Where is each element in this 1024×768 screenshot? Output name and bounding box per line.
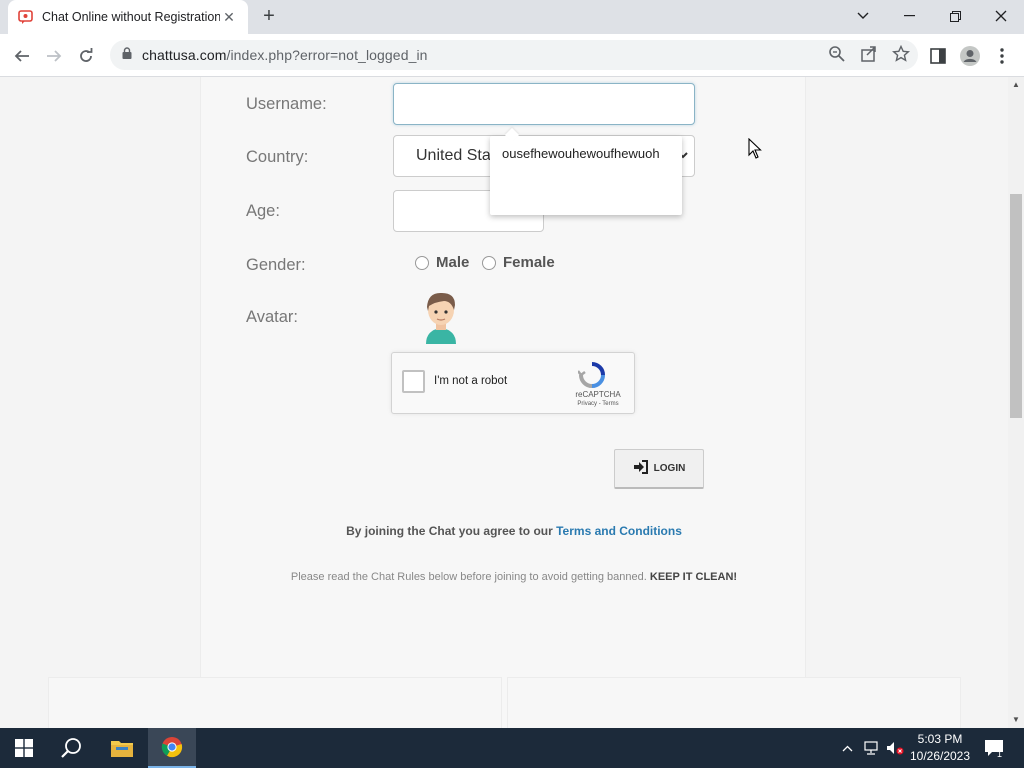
keep-clean-text: KEEP IT CLEAN! [649, 571, 738, 583]
clock-date: 10/26/2023 [909, 749, 971, 763]
profile-avatar-icon[interactable] [956, 42, 984, 70]
recaptcha-brand: reCAPTCHA [575, 390, 621, 399]
tab-strip: Chat Online without Registration ✕ + [0, 0, 1024, 34]
reload-icon[interactable] [72, 42, 100, 70]
login-button[interactable]: LOGIN [614, 449, 704, 489]
scroll-down-icon[interactable]: ▼ [1008, 712, 1024, 728]
menu-kebab-icon[interactable] [988, 42, 1016, 70]
system-clock[interactable]: 5:03 PM 10/26/2023 [904, 731, 976, 765]
age-label: Age: [246, 202, 280, 220]
recaptcha-links[interactable]: Privacy - Terms [568, 401, 628, 407]
mouse-cursor-icon [748, 137, 762, 165]
minimize-icon[interactable] [886, 0, 932, 32]
female-radio[interactable] [482, 255, 496, 270]
page-scrollbar[interactable]: ▲ ▼ [1008, 77, 1024, 728]
recaptcha-label: I'm not a robot [434, 375, 508, 387]
side-panel-icon[interactable] [924, 42, 952, 70]
chrome-taskbar-icon[interactable] [148, 728, 196, 768]
avatar-label: Avatar: [246, 308, 298, 326]
clock-time: 5:03 PM [917, 732, 963, 746]
url-text: chattusa.com/index.php?error=not_logged_… [142, 47, 428, 63]
avatar-image[interactable] [420, 290, 462, 344]
female-label: Female [503, 254, 555, 271]
volume-muted-icon[interactable] [884, 728, 906, 768]
male-label: Male [436, 254, 470, 271]
share-icon[interactable] [860, 45, 878, 68]
sign-in-icon [633, 460, 654, 477]
autocomplete-dropdown: ousefhewouhewoufhewuoh [490, 136, 682, 215]
lower-panel-right [507, 677, 961, 728]
bookmark-star-icon[interactable] [892, 44, 910, 68]
gender-label: Gender: [246, 256, 306, 274]
login-label: LOGIN [653, 463, 686, 474]
scroll-up-icon[interactable]: ▲ [1008, 77, 1024, 93]
terms-notice: By joining the Chat you agree to our Ter… [346, 524, 682, 538]
autocomplete-item[interactable]: ousefhewouhewoufhewuoh [490, 136, 682, 172]
scroll-thumb[interactable] [1010, 194, 1022, 418]
username-input[interactable] [393, 83, 695, 125]
lock-icon [122, 46, 132, 64]
tab-search-icon[interactable] [840, 0, 886, 32]
username-label: Username: [246, 95, 327, 113]
close-window-icon[interactable] [978, 0, 1024, 32]
new-tab-button[interactable]: + [258, 6, 280, 28]
tray-chevron-up-icon[interactable] [838, 728, 856, 768]
back-arrow-icon[interactable] [8, 42, 36, 70]
windows-taskbar: 5:03 PM 10/26/2023 1 [0, 728, 1024, 768]
country-value: United Sta [416, 147, 491, 164]
forward-arrow-icon[interactable] [40, 42, 68, 70]
file-explorer-icon[interactable] [98, 728, 146, 768]
network-icon[interactable] [860, 728, 882, 768]
notification-center-icon[interactable]: 1 [980, 728, 1008, 768]
address-bar[interactable]: chattusa.com/index.php?error=not_logged_… [110, 40, 918, 70]
tab-close-icon[interactable]: ✕ [220, 9, 238, 26]
male-radio[interactable] [415, 255, 429, 270]
restore-icon[interactable] [932, 0, 978, 32]
tab-title: Chat Online without Registration [42, 10, 220, 24]
recaptcha-checkbox[interactable] [402, 370, 425, 393]
browser-toolbar: chattusa.com/index.php?error=not_logged_… [0, 34, 1024, 77]
gender-male-option[interactable]: Male [415, 254, 469, 271]
country-label: Country: [246, 148, 309, 166]
chat-favicon-icon [18, 9, 34, 25]
notification-count: 1 [997, 749, 1003, 759]
windows-start-icon[interactable] [0, 728, 48, 768]
gender-female-option[interactable]: Female [482, 254, 555, 271]
recaptcha-widget: I'm not a robot reCAPTCHA Privacy - Term… [391, 352, 635, 414]
search-icon[interactable] [48, 728, 96, 768]
browser-tab[interactable]: Chat Online without Registration ✕ [8, 0, 248, 34]
zoom-icon[interactable] [828, 45, 846, 68]
terms-link[interactable]: Terms and Conditions [556, 524, 682, 538]
rules-notice: Please read the Chat Rules below before … [290, 571, 738, 583]
lower-panel-left [48, 677, 502, 728]
